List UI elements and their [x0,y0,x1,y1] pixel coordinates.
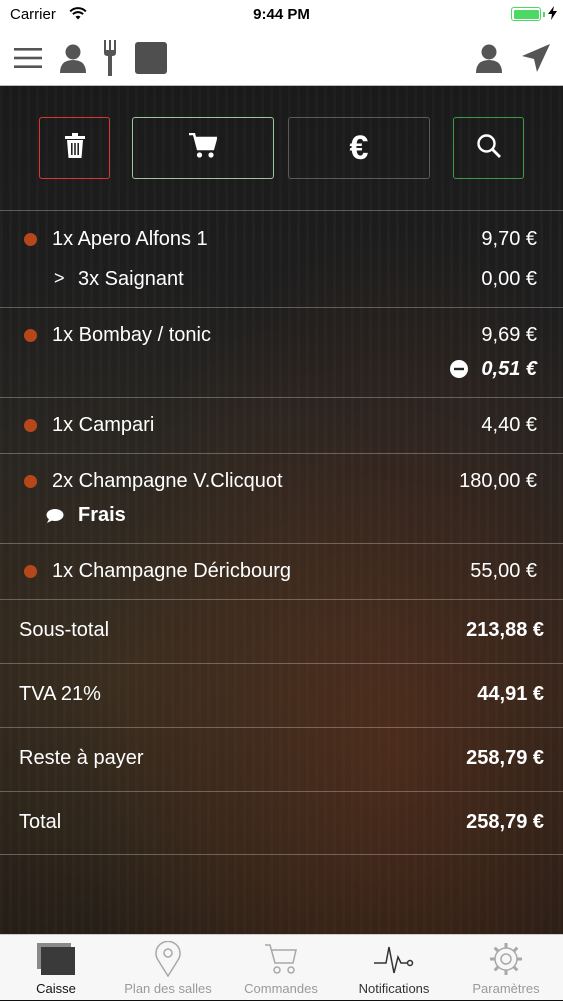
tva-label: TVA 21% [19,683,101,705]
account-icon[interactable] [474,40,504,76]
delete-button[interactable] [39,117,110,179]
status-dot [24,475,37,488]
item-name: 2x Champagne V.Clicquot [52,470,283,492]
tab-plan-des-salles[interactable]: Plan des salles [112,935,224,1001]
item-name: 1x Champagne Déricbourg [52,560,292,582]
cart-button[interactable] [132,117,274,179]
tab-label: Notifications [358,981,430,996]
user-icon[interactable] [58,40,88,76]
tab-parametres[interactable]: Paramètres [450,935,562,1001]
total-value: 258,79 € [466,811,544,833]
register-icon [0,941,112,977]
battery-icon [511,7,541,21]
sub-item-price: 0,00 € [481,268,537,290]
order-item[interactable]: 2x Champagne V.Clicquot 180,00 € Frais [0,453,563,543]
tva-row: TVA 21% 44,91 € [0,663,563,727]
item-price: 9,69 € [481,324,537,346]
divider [0,854,563,855]
square-icon[interactable] [134,40,168,76]
item-name: 1x Campari [52,414,155,436]
tab-label: Caisse [36,981,76,996]
status-dot [24,565,37,578]
item-price: 4,40 € [481,414,537,436]
sub-item-name: 3x Saignant [78,268,184,290]
status-dot [24,419,37,432]
chevron-right-icon: > [54,268,65,288]
order-item[interactable]: 1x Apero Alfons 1 9,70 € > 3x Saignant 0… [0,210,563,307]
tab-label: Commandes [244,981,318,996]
order-item[interactable]: 1x Bombay / tonic 9,69 € 0,51 € [0,307,563,397]
battery-tip [543,12,545,17]
total-row: Total 258,79 € [0,791,563,855]
cart-icon [189,132,218,164]
charging-icon [548,6,557,23]
item-name: 1x Apero Alfons 1 [52,228,208,250]
payment-button[interactable]: € [288,117,430,179]
item-price: 55,00 € [470,560,537,582]
pulse-icon [338,941,450,977]
subtotal-value: 213,88 € [466,619,544,641]
remaining-value: 258,79 € [466,747,544,769]
action-toolbar: € [0,86,563,210]
subtotal-row: Sous-total 213,88 € [0,599,563,663]
status-dot [24,329,37,342]
tab-caisse[interactable]: Caisse [0,935,112,1001]
status-dot [24,233,37,246]
remaining-label: Reste à payer [19,747,144,769]
order-item[interactable]: 1x Campari 4,40 € [0,397,563,453]
map-pin-icon [112,941,224,977]
search-icon [476,133,502,164]
tab-notifications[interactable]: Notifications [338,935,450,1001]
cart-icon [225,941,337,977]
euro-icon: € [349,128,369,167]
tab-commandes[interactable]: Commandes [225,935,337,1001]
menu-icon[interactable] [12,40,44,76]
clock: 9:44 PM [253,6,310,23]
item-price: 180,00 € [459,470,537,492]
gear-icon [450,941,562,977]
minus-circle-icon [450,360,468,383]
remaining-row: Reste à payer 258,79 € [0,727,563,791]
subtotal-label: Sous-total [19,619,110,641]
fork-icon[interactable] [101,40,119,76]
tab-label: Paramètres [472,981,540,996]
tab-bar: Caisse Plan des salles Commandes Notific… [0,934,563,1000]
top-nav-bar [0,30,563,86]
total-label: Total [19,811,62,833]
item-price: 9,70 € [481,228,537,250]
item-name: 1x Bombay / tonic [52,324,211,346]
status-bar: Carrier 9:44 PM [0,0,563,30]
order-item[interactable]: 1x Champagne Déricbourg 55,00 € [0,543,563,599]
tab-label: Plan des salles [124,981,212,996]
comment-icon [46,508,64,529]
item-discount: 0,51 € [481,358,537,380]
tva-value: 44,91 € [477,683,544,705]
search-button[interactable] [453,117,524,179]
item-comment: Frais [78,504,126,526]
order-panel: € 1x Apero Alfons 1 9,70 € > 3x Saignant… [0,86,563,934]
send-icon[interactable] [520,40,552,76]
trash-icon [64,132,86,164]
